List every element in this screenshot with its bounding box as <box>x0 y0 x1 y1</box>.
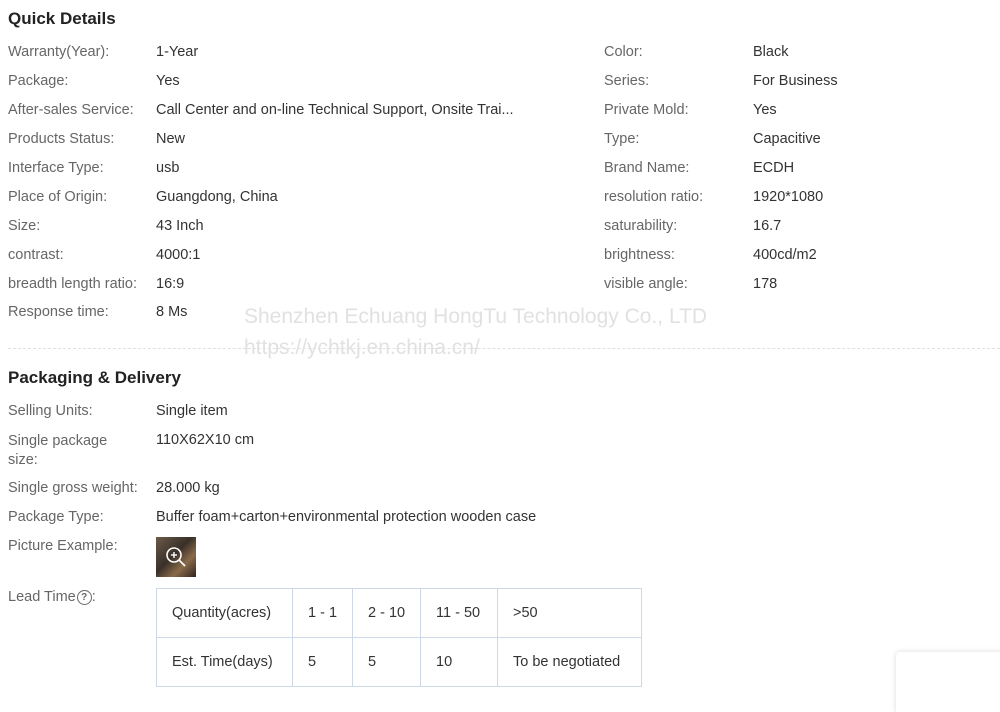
table-cell: To be negotiated <box>497 637 642 687</box>
table-cell: 1 - 1 <box>292 588 353 638</box>
qd-key: saturability: <box>604 218 678 234</box>
qd-value: New <box>156 131 186 147</box>
quick-details-title: Quick Details <box>8 9 116 28</box>
pd-key: Package Type: <box>8 509 104 525</box>
qd-value: For Business <box>753 73 838 89</box>
qd-value: 1920*1080 <box>753 189 824 205</box>
table-row: Quantity(acres) 1 - 1 2 - 10 11 - 50 >50 <box>156 588 642 638</box>
question-circle-icon[interactable]: ? <box>76 589 92 605</box>
qd-value: 16.7 <box>753 218 782 234</box>
qd-value: 400cd/m2 <box>753 247 817 263</box>
qd-value: 4000:1 <box>156 247 201 263</box>
qd-key: Brand Name: <box>604 160 690 176</box>
pd-value: Single item <box>156 403 228 419</box>
table-row: Est. Time(days) 5 5 10 To be negotiated <box>156 637 642 687</box>
zoom-in-icon <box>166 547 186 567</box>
qd-key: visible angle: <box>604 276 688 292</box>
pd-key: Selling Units: <box>8 403 93 419</box>
qd-value: Yes <box>156 73 180 89</box>
pd-value: 110X62X10 cm <box>156 432 255 448</box>
table-cell: Est. Time(days) <box>156 637 293 687</box>
watermark-company: Shenzhen Echuang HongTu Technology Co., … <box>244 305 708 328</box>
table-cell: 10 <box>420 637 498 687</box>
qd-value: 1-Year <box>156 44 199 60</box>
qd-key: Private Mold: <box>604 102 689 118</box>
qd-value: 16:9 <box>156 276 185 292</box>
qd-value: ECDH <box>753 160 795 176</box>
pd-key: Picture Example: <box>8 538 118 554</box>
pd-key: Single package size: <box>8 433 108 468</box>
floating-panel[interactable] <box>896 652 1000 712</box>
qd-value: Capacitive <box>753 131 821 147</box>
qd-value: 8 Ms <box>156 304 188 320</box>
qd-key: Package: <box>8 73 69 89</box>
qd-key: Products Status: <box>8 131 115 147</box>
table-cell: Quantity(acres) <box>156 588 293 638</box>
table-cell: 5 <box>352 637 421 687</box>
qd-key: resolution ratio: <box>604 189 704 205</box>
lead-time-text: Lead Time <box>8 589 76 605</box>
table-cell: 11 - 50 <box>420 588 498 638</box>
qd-key: Series: <box>604 73 650 89</box>
qd-key: After-sales Service: <box>8 102 134 118</box>
table-cell: >50 <box>497 588 642 638</box>
qd-key: brightness: <box>604 247 675 263</box>
qd-key: Size: <box>8 218 41 234</box>
qd-key: Color: <box>604 44 643 60</box>
qd-key: Warranty(Year): <box>8 44 110 60</box>
qd-key: Response time: <box>8 304 109 320</box>
table-cell: 5 <box>292 637 353 687</box>
qd-value: usb <box>156 160 180 176</box>
section-divider <box>8 348 1000 349</box>
qd-value: Yes <box>753 102 777 118</box>
table-cell: 2 - 10 <box>352 588 421 638</box>
picture-example-thumbnail[interactable] <box>156 537 196 577</box>
pd-value: Buffer foam+carton+environmental protect… <box>156 509 537 525</box>
qd-value: 43 Inch <box>156 218 204 234</box>
qd-value: Guangdong, China <box>156 189 278 205</box>
qd-value: 178 <box>753 276 778 292</box>
qd-value: Call Center and on-line Technical Suppor… <box>156 102 514 118</box>
lead-time-label: Lead Time?: <box>8 589 96 605</box>
qd-key: breadth length ratio: <box>8 276 137 292</box>
qd-key: contrast: <box>8 247 64 263</box>
pd-key: Single gross weight: <box>8 480 138 496</box>
pd-value: 28.000 kg <box>156 480 220 496</box>
qd-key: Type: <box>604 131 640 147</box>
packaging-delivery-title: Packaging & Delivery <box>8 368 181 387</box>
qd-value: Black <box>753 44 789 60</box>
lead-time-table: Quantity(acres) 1 - 1 2 - 10 11 - 50 >50… <box>156 588 642 687</box>
qd-key: Place of Origin: <box>8 189 108 205</box>
qd-key: Interface Type: <box>8 160 104 176</box>
